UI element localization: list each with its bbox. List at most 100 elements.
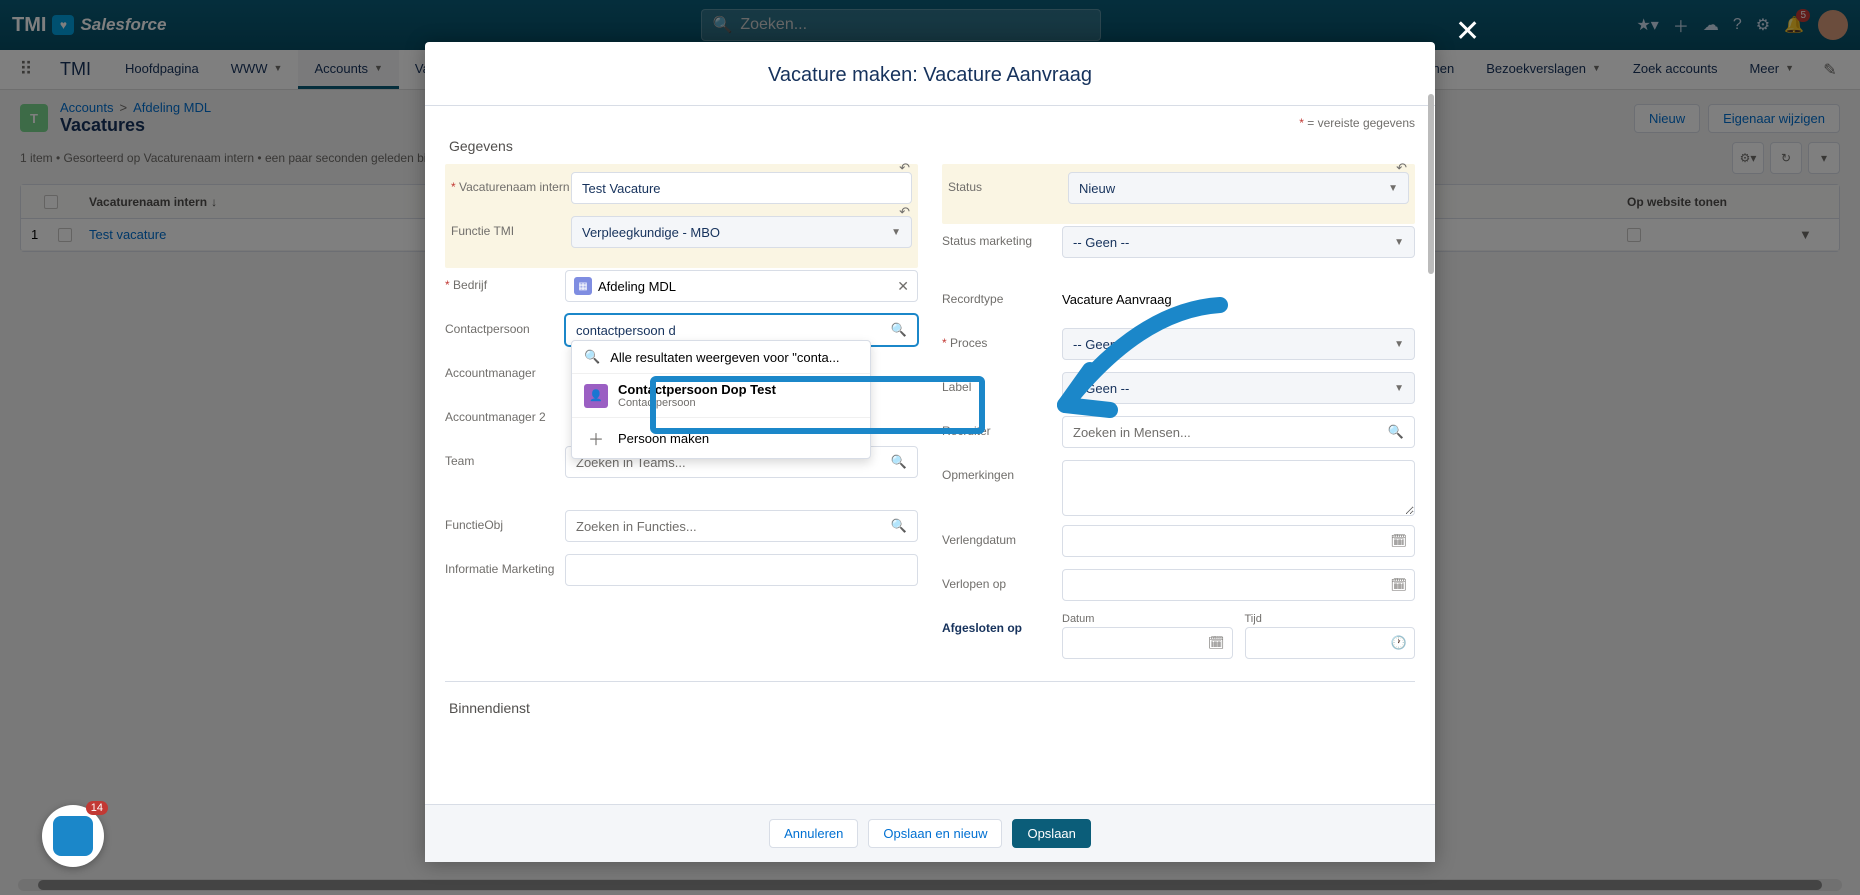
modal-title: Vacature maken: Vacature Aanvraag	[425, 42, 1435, 106]
calendar-icon[interactable]: 🗓	[1390, 533, 1407, 549]
lookup-recruiter[interactable]: Zoeken in Mensen...🔍	[1062, 416, 1415, 448]
create-vacature-modal: Vacature maken: Vacature Aanvraag * = ve…	[425, 42, 1435, 862]
autocomplete-all-results[interactable]: 🔍 Alle resultaten weergeven voor "conta.…	[572, 341, 870, 374]
nav-bezoekverslagen[interactable]: Bezoekverslagen▼	[1470, 50, 1617, 89]
label-vacaturenaam: * Vacaturenaam intern	[451, 172, 571, 194]
account-icon: ▦	[574, 277, 592, 295]
select-status-marketing[interactable]: -- Geen --▼	[1062, 226, 1415, 258]
modal-close-icon[interactable]: ✕	[1455, 14, 1480, 49]
nav-accounts[interactable]: Accounts▼	[298, 50, 398, 89]
time-afgesloten-tijd[interactable]	[1245, 627, 1416, 659]
chevron-down-icon: ▼	[1388, 183, 1398, 194]
label-recordtype: Recordtype	[942, 284, 1062, 306]
chevron-down-icon: ▼	[274, 63, 283, 73]
label-informatie-marketing: Informatie Marketing	[445, 554, 565, 576]
label-accountmanager: Accountmanager	[445, 358, 565, 380]
help-icon[interactable]: ?	[1733, 16, 1742, 34]
chevron-down-icon: ▼	[891, 227, 901, 238]
list-settings-gear-icon[interactable]: ⚙▾	[1732, 142, 1764, 174]
chevron-down-icon: ▼	[1394, 339, 1404, 350]
select-proces[interactable]: -- Geen --▼	[1062, 328, 1415, 360]
nav-meer[interactable]: Meer▼	[1733, 50, 1810, 89]
save-and-new-button[interactable]: Opslaan en nieuw	[868, 819, 1002, 848]
chevron-down-icon: ▼	[1785, 63, 1794, 73]
chip-bedrijf[interactable]: ▦ Afdeling MDL ✕	[565, 270, 918, 302]
label-opmerkingen: Opmerkingen	[942, 460, 1062, 482]
chevron-down-icon: ▼	[1394, 383, 1404, 394]
add-icon[interactable]: ＋	[1673, 13, 1689, 37]
select-label[interactable]: -- Geen --▼	[1062, 372, 1415, 404]
select-all-checkbox[interactable]	[44, 195, 58, 209]
search-icon: 🔍	[584, 349, 600, 365]
row-actions-menu-icon[interactable]: ▼	[1799, 227, 1812, 242]
col-op-website[interactable]: Op website tonen	[1619, 195, 1799, 209]
salesforce-icon[interactable]: ☁	[1703, 15, 1719, 35]
save-button[interactable]: Opslaan	[1012, 819, 1090, 848]
date-afgesloten-datum[interactable]	[1062, 627, 1233, 659]
row-website-checkbox[interactable]	[1627, 228, 1641, 242]
label-team: Team	[445, 446, 565, 468]
select-status[interactable]: Nieuw▼	[1068, 172, 1409, 204]
change-owner-button[interactable]: Eigenaar wijzigen	[1708, 104, 1840, 133]
nav-hoofdpagina[interactable]: Hoofdpagina	[109, 50, 215, 89]
undo-icon[interactable]: ↶	[899, 204, 910, 220]
horizontal-scrollbar[interactable]	[18, 879, 1842, 891]
textarea-opmerkingen[interactable]	[1062, 460, 1415, 516]
autocomplete-create-new[interactable]: ＋ Persoon maken	[572, 418, 870, 458]
notifications-bell-icon[interactable]: 🔔5	[1784, 15, 1804, 35]
breadcrumb-afdeling[interactable]: Afdeling MDL	[133, 100, 211, 115]
sublabel-tijd: Tijd	[1245, 613, 1416, 625]
plus-icon: ＋	[584, 426, 608, 450]
undo-icon[interactable]: ↶	[899, 160, 910, 176]
label-functie-tmi: Functie TMI	[451, 216, 571, 238]
contactpersoon-autocomplete: 🔍 Alle resultaten weergeven voor "conta.…	[571, 340, 871, 459]
breadcrumb-accounts[interactable]: Accounts	[60, 100, 113, 115]
undo-icon[interactable]: ↶	[1396, 160, 1407, 176]
label-bedrijf: * Bedrijf	[445, 270, 565, 292]
calendar-icon[interactable]: 🗓	[1208, 635, 1225, 651]
label-functieobj: FunctieObj	[445, 510, 565, 532]
page-title: Vacatures	[60, 115, 211, 136]
user-avatar[interactable]	[1818, 10, 1848, 40]
calendar-icon[interactable]: 🗓	[1390, 577, 1407, 593]
search-icon: 🔍	[891, 518, 907, 534]
sort-down-icon: ↓	[211, 195, 217, 209]
breadcrumb: Accounts > Afdeling MDL	[60, 100, 211, 115]
section-binnendienst: Binnendienst	[449, 700, 1415, 716]
clock-icon[interactable]: 🕐	[1391, 635, 1407, 651]
cancel-button[interactable]: Annuleren	[769, 819, 858, 848]
filter-icon[interactable]: ▾	[1808, 142, 1840, 174]
modal-body: * = vereiste gegevens Gegevens ↶ * Vacat…	[425, 106, 1435, 804]
label-contactpersoon: Contactpersoon	[445, 314, 565, 336]
label-accountmanager2: Accountmanager 2	[445, 402, 565, 424]
logo-text: TMI	[12, 14, 46, 37]
search-icon: 🔍	[891, 322, 907, 338]
lookup-functieobj[interactable]: Zoeken in Functies...🔍	[565, 510, 918, 542]
nav-zoek-accounts[interactable]: Zoek accounts	[1617, 50, 1734, 89]
input-informatie-marketing[interactable]	[565, 554, 918, 586]
header-utility-icons: ★▾ ＋ ☁ ? ⚙ 🔔5	[1636, 10, 1848, 40]
contact-icon: 👤	[584, 384, 608, 408]
assistant-bubble[interactable]: 14	[42, 805, 104, 867]
input-vacaturenaam[interactable]	[571, 172, 912, 204]
remove-chip-icon[interactable]: ✕	[897, 278, 909, 295]
edit-nav-pencil-icon[interactable]: ✎	[1810, 50, 1850, 89]
app-name: TMI	[42, 50, 109, 89]
date-verlengdatum[interactable]	[1062, 525, 1415, 557]
new-button[interactable]: Nieuw	[1634, 104, 1700, 133]
row-number: 1	[31, 227, 38, 242]
autocomplete-result-item[interactable]: 👤 Contactpersoon Dop Test Contactpersoon	[572, 374, 870, 418]
nav-www[interactable]: WWW▼	[215, 50, 299, 89]
logo: TMI ♥ Salesforce	[12, 14, 166, 37]
date-verlopen-op[interactable]	[1062, 569, 1415, 601]
refresh-icon[interactable]: ↻	[1770, 142, 1802, 174]
global-search-input[interactable]: 🔍 Zoeken...	[701, 9, 1101, 41]
search-icon: 🔍	[1388, 424, 1404, 440]
favorites-icon[interactable]: ★▾	[1636, 15, 1658, 35]
row-checkbox[interactable]	[58, 228, 72, 242]
app-launcher-icon[interactable]: ⠿	[10, 50, 42, 89]
select-functie-tmi[interactable]: Verpleegkundige - MBO▼	[571, 216, 912, 248]
setup-gear-icon[interactable]: ⚙	[1756, 15, 1770, 35]
chevron-down-icon: ▼	[374, 63, 383, 73]
assist-badge: 14	[86, 801, 108, 815]
